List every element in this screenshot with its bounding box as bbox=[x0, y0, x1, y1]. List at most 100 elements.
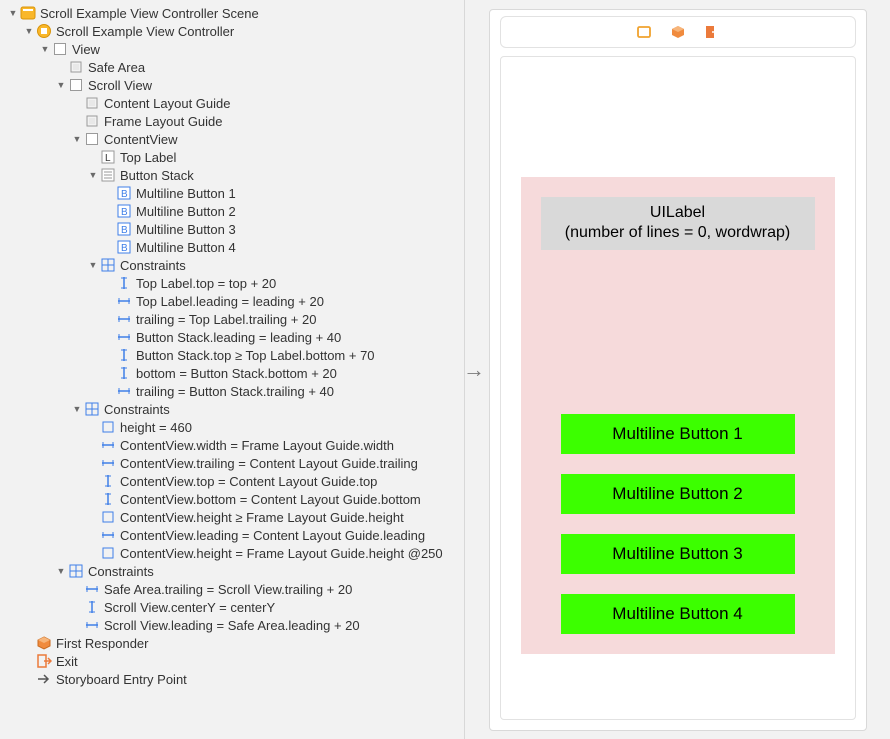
tree-constraint[interactable]: ContentView.height = Frame Layout Guide.… bbox=[0, 544, 464, 562]
disclosure-triangle-icon[interactable]: ▼ bbox=[88, 260, 98, 270]
tree-constraint[interactable]: trailing = Top Label.trailing + 20 bbox=[0, 310, 464, 328]
spacer bbox=[88, 512, 98, 522]
tree-constraint[interactable]: ContentView.bottom = Content Layout Guid… bbox=[0, 490, 464, 508]
button-stack-preview[interactable]: Multiline Button 1 Multiline Button 2 Mu… bbox=[561, 414, 795, 634]
tree-constraint[interactable]: ContentView.height ≥ Frame Layout Guide.… bbox=[0, 508, 464, 526]
tree-constraint[interactable]: ContentView.trailing = Content Layout Gu… bbox=[0, 454, 464, 472]
tree-label: Button Stack bbox=[120, 168, 194, 183]
scene-dock-view-controller-icon[interactable] bbox=[636, 24, 652, 40]
stack-icon bbox=[100, 167, 116, 183]
tree-label: Safe Area.trailing = Scroll View.trailin… bbox=[104, 582, 352, 597]
tree-constraint[interactable]: ContentView.width = Frame Layout Guide.w… bbox=[0, 436, 464, 454]
tree-exit[interactable]: Exit bbox=[0, 652, 464, 670]
scene-dock[interactable] bbox=[500, 16, 856, 48]
tree-constraint[interactable]: ContentView.top = Content Layout Guide.t… bbox=[0, 472, 464, 490]
tree-multiline-button-1[interactable]: Multiline Button 1 bbox=[0, 184, 464, 202]
button-label: Multiline Button 1 bbox=[612, 424, 742, 444]
tree-multiline-button-4[interactable]: Multiline Button 4 bbox=[0, 238, 464, 256]
tree-constraint[interactable]: trailing = Button Stack.trailing + 40 bbox=[0, 382, 464, 400]
tree-constraint[interactable]: ContentView.leading = Content Layout Gui… bbox=[0, 526, 464, 544]
tree-scene[interactable]: ▼ Scroll Example View Controller Scene bbox=[0, 4, 464, 22]
multiline-button-3-preview[interactable]: Multiline Button 3 bbox=[561, 534, 795, 574]
disclosure-triangle-icon[interactable]: ▼ bbox=[40, 44, 50, 54]
tree-label: Scroll Example View Controller Scene bbox=[40, 6, 259, 21]
tree-view-controller[interactable]: ▼ Scroll Example View Controller bbox=[0, 22, 464, 40]
disclosure-triangle-icon[interactable]: ▼ bbox=[56, 566, 66, 576]
tree-constraint[interactable]: bottom = Button Stack.bottom + 20 bbox=[0, 364, 464, 382]
tree-constraint[interactable]: Scroll View.centerY = centerY bbox=[0, 598, 464, 616]
tree-constraint[interactable]: Safe Area.trailing = Scroll View.trailin… bbox=[0, 580, 464, 598]
horizontal-constraint-icon bbox=[84, 581, 100, 597]
tree-view[interactable]: ▼ View bbox=[0, 40, 464, 58]
tree-label: Top Label.top = top + 20 bbox=[136, 276, 276, 291]
tree-multiline-button-2[interactable]: Multiline Button 2 bbox=[0, 202, 464, 220]
horizontal-constraint-icon bbox=[100, 527, 116, 543]
vertical-constraint-icon bbox=[100, 491, 116, 507]
disclosure-triangle-icon[interactable]: ▼ bbox=[88, 170, 98, 180]
tree-label: ContentView.height ≥ Frame Layout Guide.… bbox=[120, 510, 404, 525]
horizontal-constraint-icon bbox=[100, 455, 116, 471]
tree-scroll-view[interactable]: ▼ Scroll View bbox=[0, 76, 464, 94]
size-constraint-icon bbox=[100, 419, 116, 435]
tree-content-view[interactable]: ▼ ContentView bbox=[0, 130, 464, 148]
view-canvas[interactable]: UILabel (number of lines = 0, wordwrap) … bbox=[500, 56, 856, 720]
tree-storyboard-entry-point[interactable]: Storyboard Entry Point bbox=[0, 670, 464, 688]
vertical-constraint-icon bbox=[100, 473, 116, 489]
tree-label: View bbox=[72, 42, 100, 57]
tree-constraint[interactable]: Top Label.leading = leading + 20 bbox=[0, 292, 464, 310]
tree-button-stack[interactable]: ▼ Button Stack bbox=[0, 166, 464, 184]
tree-label: ContentView.top = Content Layout Guide.t… bbox=[120, 474, 377, 489]
tree-frame-layout-guide[interactable]: Frame Layout Guide bbox=[0, 112, 464, 130]
tree-safe-area[interactable]: Safe Area bbox=[0, 58, 464, 76]
tree-content-layout-guide[interactable]: Content Layout Guide bbox=[0, 94, 464, 112]
multiline-button-4-preview[interactable]: Multiline Button 4 bbox=[561, 594, 795, 634]
tree-label: Scroll View.leading = Safe Area.leading … bbox=[104, 618, 360, 633]
tree-label: ContentView.width = Frame Layout Guide.w… bbox=[120, 438, 394, 453]
tree-constraints-view[interactable]: ▼ Constraints bbox=[0, 562, 464, 580]
spacer bbox=[104, 314, 114, 324]
tree-label: Frame Layout Guide bbox=[104, 114, 223, 129]
document-outline-tree[interactable]: ▼ Scroll Example View Controller Scene ▼… bbox=[0, 0, 465, 739]
tree-constraints-scrollview[interactable]: ▼ Constraints bbox=[0, 400, 464, 418]
scene-dock-exit-icon[interactable] bbox=[704, 24, 720, 40]
tree-label: Constraints bbox=[104, 402, 170, 417]
entry-arrow-icon: → bbox=[463, 357, 485, 383]
tree-label: Content Layout Guide bbox=[104, 96, 230, 111]
tree-constraint[interactable]: height = 460 bbox=[0, 418, 464, 436]
scene-preview-frame[interactable]: UILabel (number of lines = 0, wordwrap) … bbox=[489, 9, 867, 731]
disclosure-triangle-icon[interactable]: ▼ bbox=[24, 26, 34, 36]
tree-multiline-button-3[interactable]: Multiline Button 3 bbox=[0, 220, 464, 238]
tree-first-responder[interactable]: First Responder bbox=[0, 634, 464, 652]
disclosure-triangle-icon[interactable]: ▼ bbox=[72, 134, 82, 144]
tree-constraints-contentview[interactable]: ▼ Constraints bbox=[0, 256, 464, 274]
tree-label: Storyboard Entry Point bbox=[56, 672, 187, 687]
spacer bbox=[72, 584, 82, 594]
multiline-button-2-preview[interactable]: Multiline Button 2 bbox=[561, 474, 795, 514]
multiline-button-1-preview[interactable]: Multiline Button 1 bbox=[561, 414, 795, 454]
tree-constraint[interactable]: Scroll View.leading = Safe Area.leading … bbox=[0, 616, 464, 634]
spacer bbox=[24, 638, 34, 648]
scene-dock-first-responder-icon[interactable] bbox=[670, 24, 686, 40]
tree-label: ContentView.bottom = Content Layout Guid… bbox=[120, 492, 421, 507]
tree-constraint[interactable]: Button Stack.leading = leading + 40 bbox=[0, 328, 464, 346]
disclosure-triangle-icon[interactable]: ▼ bbox=[56, 80, 66, 90]
tree-label: ContentView.height = Frame Layout Guide.… bbox=[120, 546, 443, 561]
tree-label: bottom = Button Stack.bottom + 20 bbox=[136, 366, 337, 381]
top-label-preview[interactable]: UILabel (number of lines = 0, wordwrap) bbox=[541, 197, 815, 251]
tree-label: Button Stack.top ≥ Top Label.bottom + 70 bbox=[136, 348, 375, 363]
tree-constraint[interactable]: Button Stack.top ≥ Top Label.bottom + 70 bbox=[0, 346, 464, 364]
vertical-constraint-icon bbox=[116, 347, 132, 363]
spacer bbox=[88, 152, 98, 162]
label-line-2: (number of lines = 0, wordwrap) bbox=[549, 223, 807, 244]
disclosure-triangle-icon[interactable]: ▼ bbox=[8, 8, 18, 18]
content-view-preview[interactable]: UILabel (number of lines = 0, wordwrap) … bbox=[521, 177, 835, 654]
view-icon bbox=[84, 131, 100, 147]
label-icon bbox=[100, 149, 116, 165]
button-label: Multiline Button 2 bbox=[612, 484, 742, 504]
entry-point-icon bbox=[36, 671, 52, 687]
tree-label: Scroll View.centerY = centerY bbox=[104, 600, 275, 615]
tree-constraint[interactable]: Top Label.top = top + 20 bbox=[0, 274, 464, 292]
tree-top-label[interactable]: Top Label bbox=[0, 148, 464, 166]
disclosure-triangle-icon[interactable]: ▼ bbox=[72, 404, 82, 414]
tree-label: Exit bbox=[56, 654, 78, 669]
